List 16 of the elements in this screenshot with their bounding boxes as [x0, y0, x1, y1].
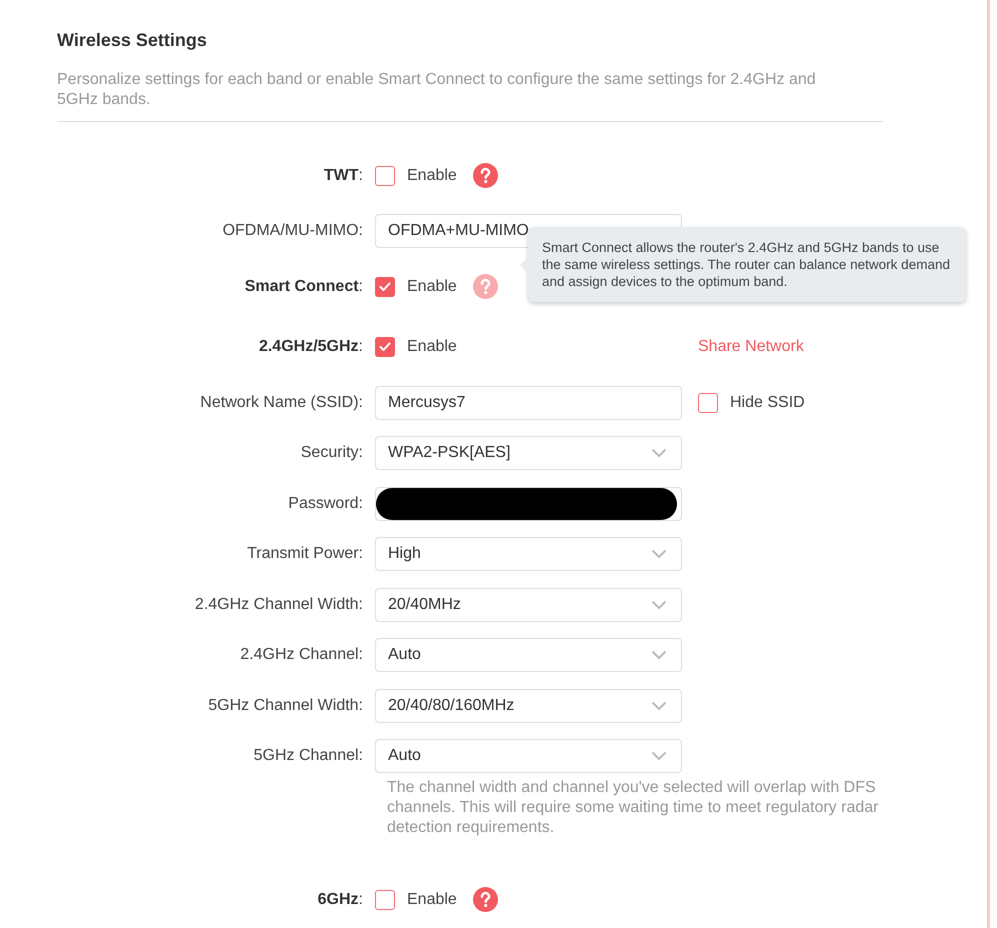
dfs-warning-text: The channel width and channel you've selected will overlap with DFS channels. This will require some waiting time to meet regulatory radar detection requirements.	[387, 778, 880, 838]
field-label: Security:	[300, 443, 363, 464]
field-label: 6GHz:	[316, 890, 363, 910]
field-label: Network Name (SSID):	[199, 392, 363, 413]
field-label: Password:	[287, 494, 363, 514]
section-title: Wireless Settings	[57, 30, 208, 52]
field-label: TWT:	[322, 166, 363, 186]
field-label: Transmit Power:	[246, 544, 363, 564]
field-label: 2.4GHz/5GHz:	[258, 337, 363, 358]
field-label: 5GHz Channel Width:	[207, 696, 363, 716]
field-label: 5GHz Channel:	[252, 746, 363, 766]
field-label: 2.4GHz Channel Width:	[194, 594, 363, 615]
field-label: Smart Connect:	[244, 276, 363, 297]
section-description: Personalize settings for each band or enable Smart Connect to configure the same settings for 2.4GHz and 5GHz bands.	[57, 70, 883, 122]
field-label: OFDMA/MU-MIMO:	[222, 221, 363, 242]
field-label: 2.4GHz Channel:	[239, 645, 363, 666]
